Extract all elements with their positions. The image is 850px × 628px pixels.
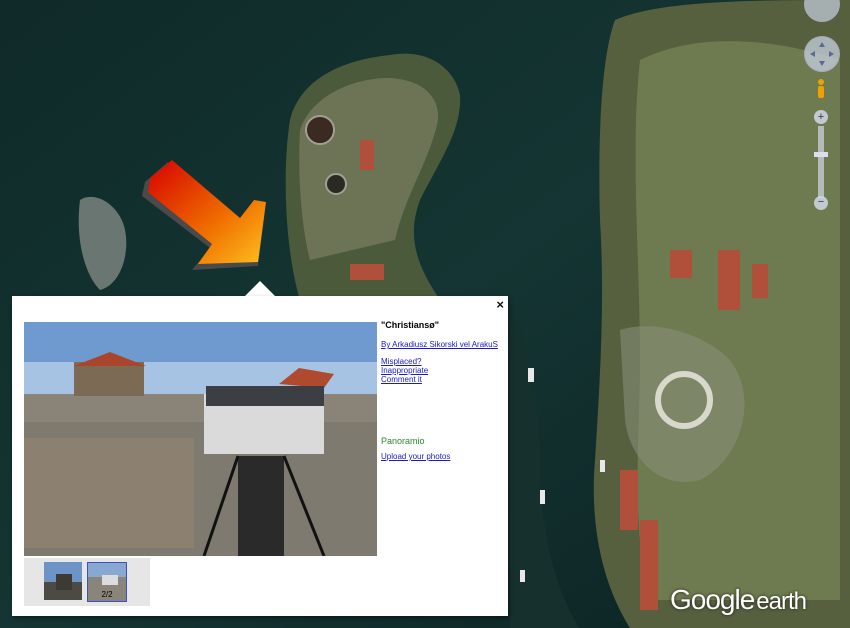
logo-earth: earth	[756, 588, 807, 615]
look-around-control[interactable]	[804, 0, 840, 22]
comment-link[interactable]: Comment it	[381, 375, 505, 384]
close-icon[interactable]: ×	[496, 298, 504, 312]
inappropriate-link[interactable]: Inappropriate	[381, 366, 505, 375]
thumbnail-count: 2/2	[101, 590, 113, 599]
street-view-pegman-icon[interactable]	[816, 78, 826, 102]
zoom-out-button[interactable]: −	[814, 196, 828, 210]
zoom-slider-thumb[interactable]	[814, 152, 828, 157]
panoramio-popup: × "Christiansø" By Arkadiusz Sikorski ve…	[12, 296, 508, 616]
google-earth-logo: Googleearth	[670, 584, 807, 616]
popup-tail	[244, 281, 276, 297]
upload-photos-link[interactable]: Upload your photos	[381, 452, 505, 461]
move-control[interactable]	[804, 36, 840, 72]
misplaced-link[interactable]: Misplaced?	[381, 357, 505, 366]
logo-google: Google	[670, 584, 755, 615]
zoom-in-button[interactable]: +	[814, 110, 828, 124]
move-arrows-icon	[810, 42, 834, 66]
photo-info: "Christiansø" By Arkadiusz Sikorski vel …	[381, 320, 505, 461]
popup-photo[interactable]	[24, 322, 377, 556]
panoramio-logo[interactable]: Panoramio	[381, 436, 505, 446]
navigation-controls: + −	[800, 0, 844, 216]
photo-title: "Christiansø"	[381, 320, 440, 330]
thumbnail-1[interactable]	[44, 562, 82, 600]
thumbnail-2[interactable]: 2/2	[87, 562, 127, 602]
thumbnail-strip: 2/2	[24, 558, 150, 606]
author-link[interactable]: By Arkadiusz Sikorski vel ArakuS	[381, 340, 505, 349]
zoom-slider[interactable]	[814, 126, 828, 198]
